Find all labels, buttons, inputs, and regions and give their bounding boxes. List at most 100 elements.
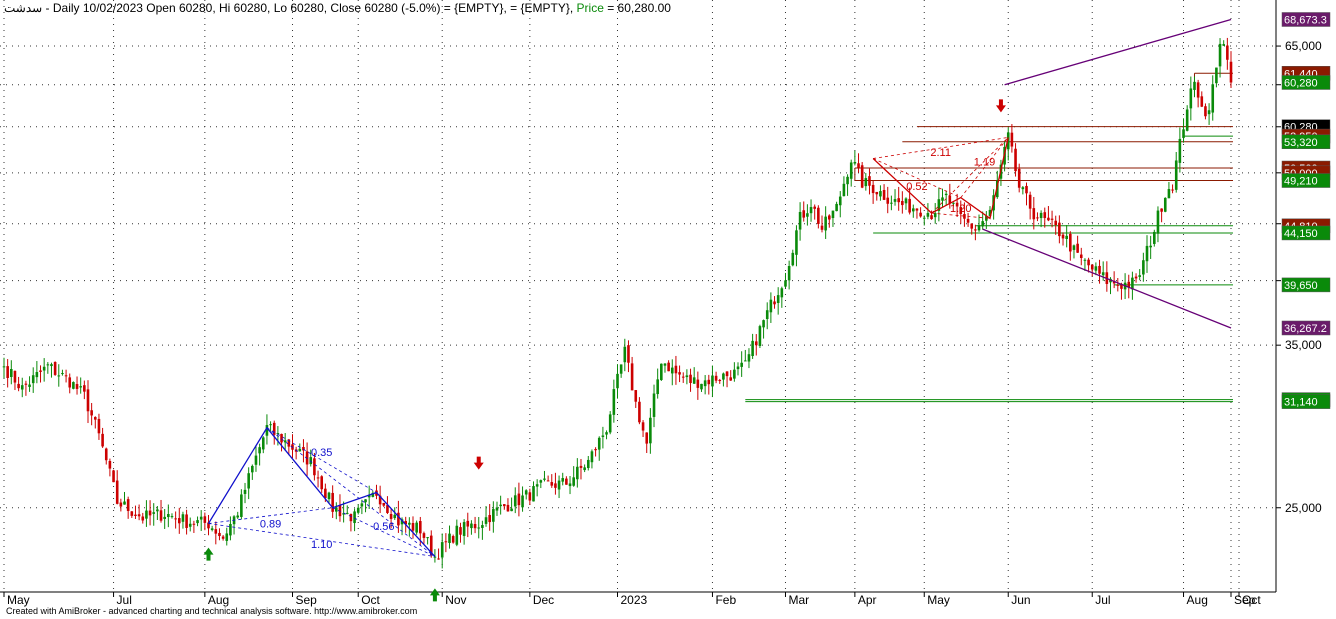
candle-body	[159, 510, 163, 521]
candle-body	[879, 191, 882, 197]
candle-body	[119, 502, 123, 507]
candle-body	[1222, 44, 1225, 46]
chart-canvas[interactable]: 0.35 0.89 1.10 0.56 1.20 0.52 2.11 1.19 25,000 3…	[0, 0, 1336, 619]
candle-body	[167, 514, 170, 518]
candle-body	[754, 341, 758, 346]
y-tick-label: 65,000	[1285, 39, 1322, 53]
candle-body	[1153, 231, 1156, 244]
candle-body	[1061, 234, 1065, 239]
candle-body	[1174, 160, 1178, 190]
candle-body	[477, 527, 481, 529]
candle-body	[251, 465, 254, 473]
candle-body	[532, 486, 535, 502]
candle-body	[868, 176, 871, 186]
candle-body	[101, 433, 104, 447]
candle-body	[1226, 45, 1229, 60]
red-pattern-ratio-label: 1.20	[950, 203, 971, 215]
candle-body	[524, 490, 528, 495]
candle-body	[1160, 208, 1163, 212]
candle-body	[31, 375, 35, 384]
x-tick-label: May	[7, 593, 30, 607]
candle-body	[426, 537, 429, 539]
candle-body	[608, 414, 612, 433]
candle-body	[6, 366, 9, 378]
price-label-text: 36,267.2	[1284, 323, 1327, 335]
candle-body	[645, 432, 649, 444]
candle-body	[824, 216, 827, 231]
candle-body	[1149, 245, 1152, 248]
candle-body	[517, 493, 521, 506]
candle-body	[210, 528, 214, 530]
candle-body	[46, 364, 50, 366]
candle-body	[1215, 67, 1218, 84]
candle-body	[79, 386, 82, 388]
blue-pattern-ratio-label: 0.35	[311, 447, 332, 459]
candle-body	[941, 197, 944, 201]
x-tick-label: Sep	[295, 593, 317, 607]
grid	[0, 0, 1276, 592]
candle-body	[1229, 61, 1233, 83]
candle-body	[634, 390, 638, 402]
candle-body	[134, 514, 137, 516]
candle-body	[1098, 265, 1101, 274]
price-label-text: 60,280	[1284, 77, 1318, 89]
candle-body	[729, 377, 733, 381]
candle-body	[123, 501, 126, 505]
red-pattern-ratio-label: 1.19	[974, 157, 995, 169]
candle-body	[345, 512, 349, 514]
candle-body	[846, 176, 849, 185]
candle-body	[236, 515, 240, 518]
candle-body	[459, 527, 462, 535]
candle-body	[422, 533, 426, 538]
candle-body	[203, 516, 207, 523]
candle-body	[451, 536, 455, 543]
candle-body	[495, 507, 499, 511]
y-axis-ticks: 25,000 35,000 65,000	[1276, 39, 1322, 515]
candle-body	[510, 508, 513, 512]
candle-body	[1065, 235, 1068, 240]
candle-body	[389, 514, 393, 519]
candle-body	[86, 389, 90, 412]
candle-body	[915, 208, 919, 211]
candle-body	[565, 478, 568, 485]
candle-body	[809, 207, 813, 214]
candle-body	[42, 366, 46, 371]
candle-body	[225, 533, 229, 541]
sell-arrow	[473, 456, 484, 470]
candle-body	[758, 326, 762, 346]
candle-body	[802, 210, 806, 218]
candle-body	[838, 196, 842, 206]
candle-body	[828, 215, 831, 220]
candle-body	[546, 480, 550, 482]
candle-body	[1043, 212, 1047, 219]
candle-body	[649, 417, 652, 444]
x-tick-label: May	[927, 593, 950, 607]
candle-body	[470, 523, 473, 529]
candle-body	[813, 206, 816, 209]
x-tick-label: Feb	[715, 593, 736, 607]
candle-body	[744, 360, 747, 362]
candle-body	[1138, 275, 1142, 277]
candle-body	[192, 523, 196, 525]
candle-body	[20, 385, 24, 390]
candle-body	[145, 510, 148, 519]
x-tick-label: Dec	[533, 593, 554, 607]
candle-body	[1193, 81, 1196, 90]
candle-body	[535, 484, 539, 487]
candle-body	[919, 212, 922, 217]
candle-body	[681, 376, 685, 378]
y-tick-label: 35,000	[1285, 338, 1322, 352]
candle-body	[1054, 220, 1058, 225]
candle-body	[714, 375, 718, 381]
candle-body	[83, 385, 86, 392]
candle-body	[652, 393, 656, 417]
candle-body	[196, 520, 199, 524]
candle-body	[415, 522, 418, 533]
red-pattern-ratio-label: 0.52	[906, 181, 927, 193]
candle-body	[586, 459, 590, 469]
candle-body	[1171, 189, 1174, 191]
candle-body	[981, 221, 984, 227]
candle-body	[543, 478, 546, 480]
price-label-text: 49,210	[1284, 176, 1318, 188]
candle-body	[473, 524, 477, 529]
